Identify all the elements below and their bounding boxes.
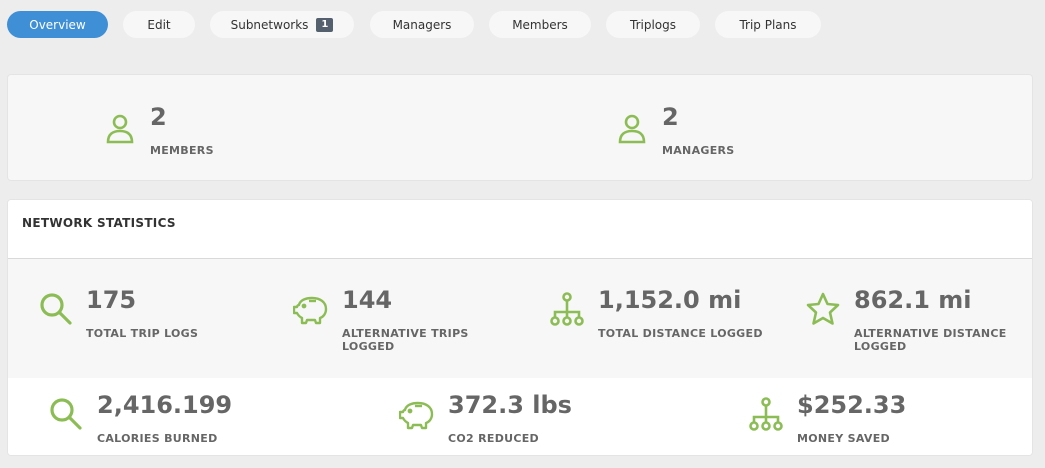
stat-value: 862.1 mi [854,286,972,314]
tab-trip-plans[interactable]: Trip Plans [715,11,821,38]
stat-value: $252.33 [797,391,907,419]
stat-label: TOTAL DISTANCE LOGGED [598,327,763,340]
tab-managers[interactable]: Managers [370,11,474,38]
tab-label: Subnetworks [230,17,309,32]
user-icon [616,112,650,146]
stat-value: 2,416.199 [97,391,233,419]
hierarchy-icon [749,397,783,431]
stats-row-secondary: 2,416.199 CALORIES BURNED 372.3 lbs CO2 … [8,378,1032,455]
stat-label: TOTAL TRIP LOGS [86,327,199,340]
stat-label: ALTERNATIVE DISTANCE LOGGED [854,327,1007,353]
tab-label: Trip Plans [739,17,797,32]
piggy-bank-icon [399,397,434,431]
search-icon [39,292,73,326]
count-badge: 1 [316,17,334,32]
card-header: NETWORK STATISTICS [8,200,1032,259]
tab-label: Edit [147,17,171,32]
tab-label: Managers [392,17,452,32]
piggy-bank-icon [293,292,328,326]
tab-bar: Overview Edit Subnetworks 1 Managers Mem… [0,0,1045,40]
stat-value: 144 [342,286,393,314]
tab-label: Members [512,17,568,32]
hierarchy-icon [550,292,584,326]
summary-card: 2 MEMBERS 2 MANAGERS [7,74,1033,181]
stat-value: 372.3 lbs [448,391,572,419]
tab-overview[interactable]: Overview [7,11,108,38]
star-icon [806,292,840,326]
stat-value: 2 [150,103,167,131]
user-icon [104,112,138,146]
stat-value: 175 [86,286,137,314]
stat-label: MONEY SAVED [797,432,890,445]
stat-label: MANAGERS [662,144,735,157]
stat-label: MEMBERS [150,144,214,157]
tab-members[interactable]: Members [489,11,591,38]
card-title: NETWORK STATISTICS [22,216,176,230]
stat-label: CALORIES BURNED [97,432,218,445]
stat-label: CO2 REDUCED [448,432,539,445]
tab-edit[interactable]: Edit [123,11,195,38]
tab-label: Triplogs [630,17,676,32]
tab-triplogs[interactable]: Triplogs [606,11,700,38]
stat-label: ALTERNATIVE TRIPS LOGGED [342,327,469,353]
search-icon [49,397,83,431]
stat-value: 2 [662,103,679,131]
tab-label: Overview [29,17,86,32]
network-statistics-card: NETWORK STATISTICS 175 TOTAL TRIP LOGS 1… [7,199,1033,456]
tab-subnetworks[interactable]: Subnetworks 1 [210,11,354,38]
stat-value: 1,152.0 mi [598,286,742,314]
